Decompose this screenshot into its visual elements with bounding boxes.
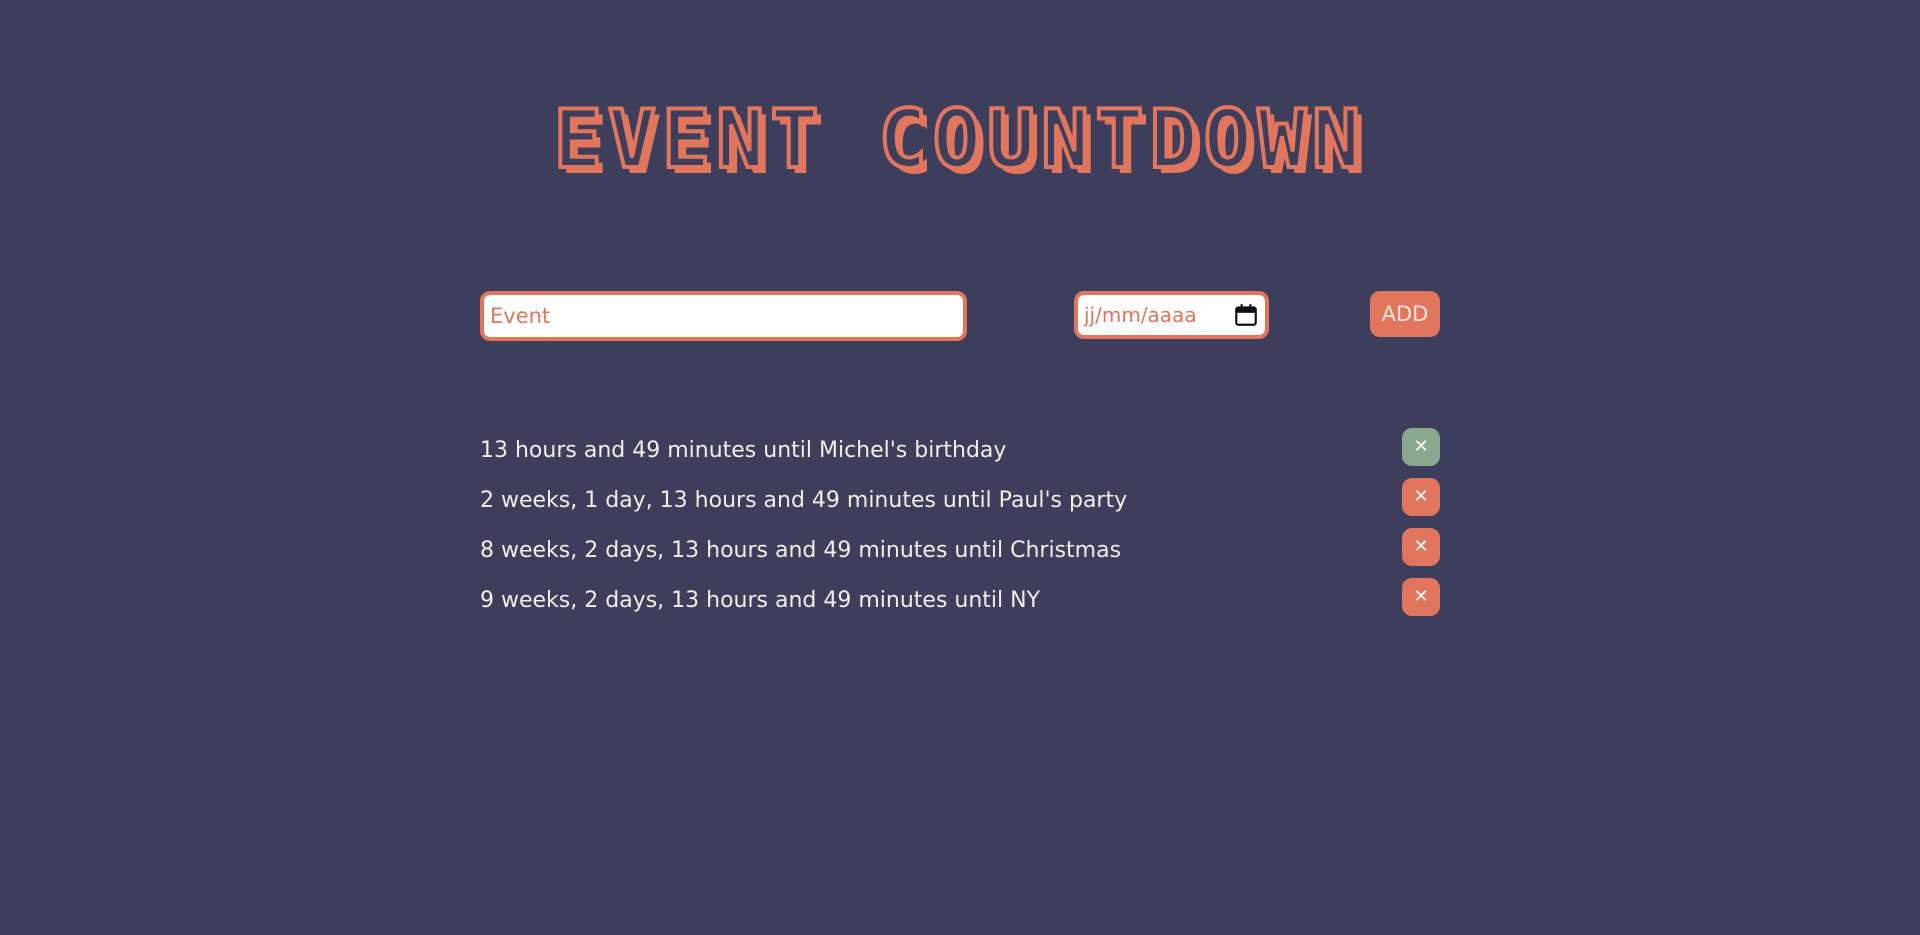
delete-event-button[interactable]: ✕ [1402, 428, 1440, 466]
delete-event-button[interactable]: ✕ [1402, 478, 1440, 516]
event-countdown-text: 2 weeks, 1 day, 13 hours and 49 minutes … [480, 487, 1128, 513]
delete-event-button[interactable]: ✕ [1402, 578, 1440, 616]
header: EVENT COUNTDOWN [0, 93, 1920, 186]
page-title: EVENT COUNTDOWN [552, 93, 1367, 186]
list-item: 8 weeks, 2 days, 13 hours and 49 minutes… [480, 525, 1440, 575]
event-countdown-text: 9 weeks, 2 days, 13 hours and 49 minutes… [480, 587, 1041, 613]
add-event-form: jj/mm/aaaa ADD [480, 291, 1440, 351]
close-icon: ✕ [1413, 436, 1429, 457]
calendar-icon[interactable] [1233, 302, 1259, 328]
event-name-input[interactable] [480, 291, 967, 341]
close-icon: ✕ [1413, 536, 1429, 557]
event-date-input[interactable]: jj/mm/aaaa [1074, 291, 1269, 339]
close-icon: ✕ [1413, 486, 1429, 507]
list-item: 9 weeks, 2 days, 13 hours and 49 minutes… [480, 575, 1440, 625]
event-countdown-text: 13 hours and 49 minutes until Michel's b… [480, 437, 1007, 463]
events-list: 13 hours and 49 minutes until Michel's b… [480, 425, 1440, 625]
date-placeholder: jj/mm/aaaa [1084, 303, 1197, 327]
add-button[interactable]: ADD [1370, 291, 1440, 337]
event-countdown-text: 8 weeks, 2 days, 13 hours and 49 minutes… [480, 537, 1122, 563]
close-icon: ✕ [1413, 586, 1429, 607]
delete-event-button[interactable]: ✕ [1402, 528, 1440, 566]
list-item: 2 weeks, 1 day, 13 hours and 49 minutes … [480, 475, 1440, 525]
list-item: 13 hours and 49 minutes until Michel's b… [480, 425, 1440, 475]
